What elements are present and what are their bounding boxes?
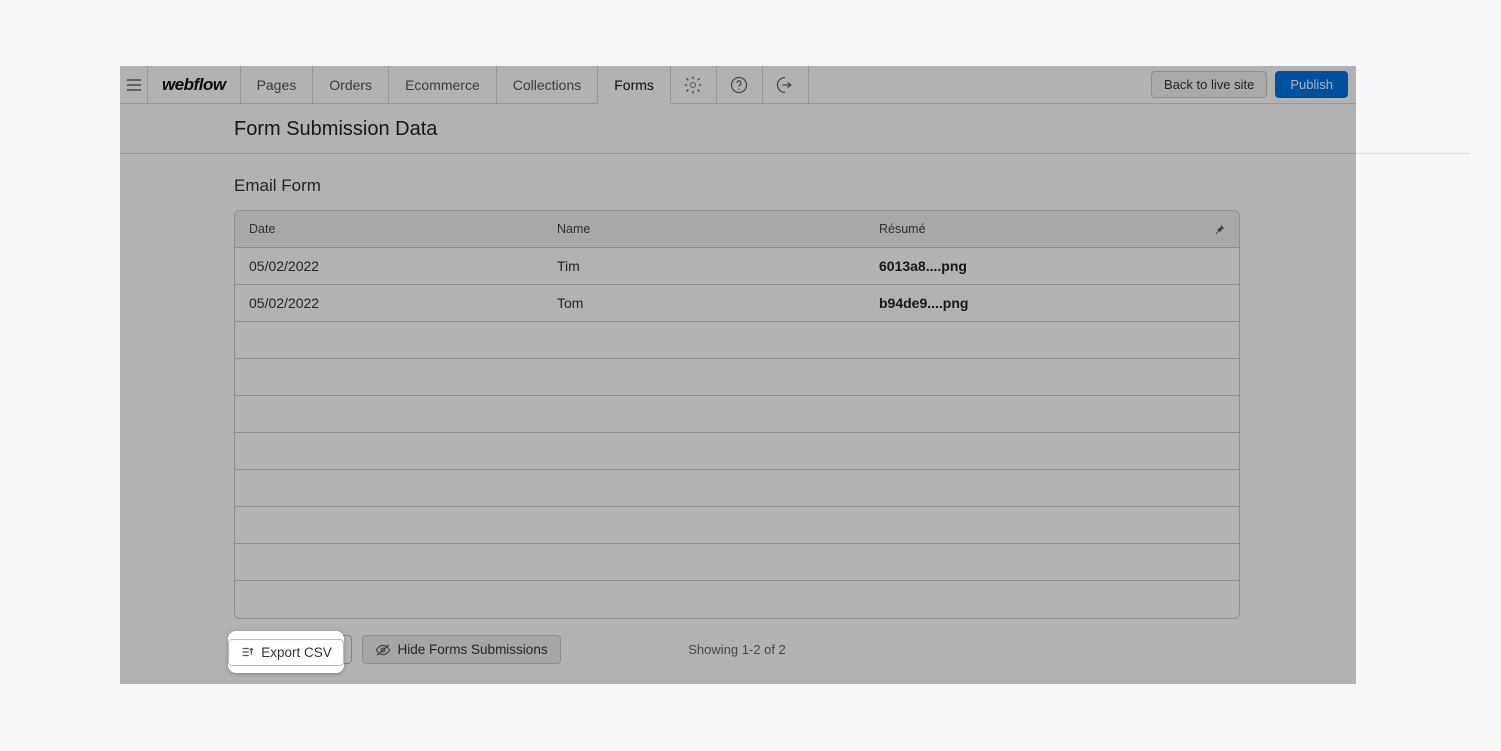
table-footer: Export CSV Hide Forms Submissions Showin… [234,619,1240,664]
brand-logo[interactable]: webflow [148,66,241,103]
form-name-heading: Email Form [234,154,1356,210]
table-row-empty [235,507,1239,544]
table-row-empty [235,322,1239,359]
share-button[interactable] [763,66,809,103]
pagination-status: Showing 1-2 of 2 [688,642,786,657]
pin-icon [1213,223,1226,236]
nav-tab-label: Forms [614,77,654,93]
hamburger-icon [127,79,141,91]
eye-off-icon [375,643,391,657]
cell-name: Tom [557,295,879,311]
toolbar-spacer [809,66,1143,103]
hide-submissions-button[interactable]: Hide Forms Submissions [362,635,561,664]
button-label: Publish [1290,77,1333,92]
table-row-empty [235,544,1239,581]
nav-tab-label: Orders [329,77,372,93]
nav-tab-label: Collections [513,77,581,93]
help-icon [729,75,749,95]
back-to-live-button[interactable]: Back to live site [1151,71,1267,98]
brand-logo-text: webflow [162,75,226,95]
top-toolbar: webflow Pages Orders Ecommerce Collectio… [120,66,1356,104]
cell-resume: 6013a8....png [879,258,1199,274]
nav-tab-orders[interactable]: Orders [313,66,389,103]
table-header-resume[interactable]: Résumé [879,222,1199,236]
nav-tab-collections[interactable]: Collections [497,66,598,103]
table-row[interactable]: 05/02/2022Tomb94de9....png [235,285,1239,322]
export-csv-spotlight: Export CSV [228,631,344,673]
button-label: Hide Forms Submissions [398,642,548,657]
settings-button[interactable] [671,66,717,103]
publish-button[interactable]: Publish [1275,71,1348,98]
page-title: Form Submission Data [234,104,1356,153]
cell-resume: b94de9....png [879,295,1199,311]
table-row[interactable]: 05/02/2022Tim6013a8....png [235,248,1239,285]
file-link[interactable]: 6013a8....png [879,258,967,274]
toolbar-right-actions: Back to live site Publish [1143,66,1356,103]
gear-icon [683,75,703,95]
submissions-table: Date Name Résumé 05/02/2022Tim6013a8....… [234,210,1240,619]
table-row-empty [235,433,1239,470]
table-header-pin[interactable] [1199,223,1239,236]
nav-tab-pages[interactable]: Pages [241,66,314,103]
nav-tab-ecommerce[interactable]: Ecommerce [389,66,497,103]
button-label: Back to live site [1164,77,1254,92]
nav-tab-forms[interactable]: Forms [598,66,671,103]
cell-date: 05/02/2022 [235,258,557,274]
cell-date: 05/02/2022 [235,295,557,311]
table-row-empty [235,359,1239,396]
help-button[interactable] [717,66,763,103]
table-row-empty [235,470,1239,507]
export-csv-button[interactable]: Export CSV [228,639,344,666]
table-row-empty [235,396,1239,433]
nav-tab-label: Pages [257,77,297,93]
table-header-date[interactable]: Date [235,222,557,236]
cell-name: Tim [557,258,879,274]
table-header-name[interactable]: Name [557,222,879,236]
table-row-empty [235,581,1239,618]
file-link[interactable]: b94de9....png [879,295,968,311]
table-header-row: Date Name Résumé [235,211,1239,248]
button-label: Export CSV [261,645,332,660]
export-icon [240,645,254,659]
nav-tab-label: Ecommerce [405,77,480,93]
hamburger-menu-button[interactable] [120,66,148,103]
share-icon [775,75,795,95]
